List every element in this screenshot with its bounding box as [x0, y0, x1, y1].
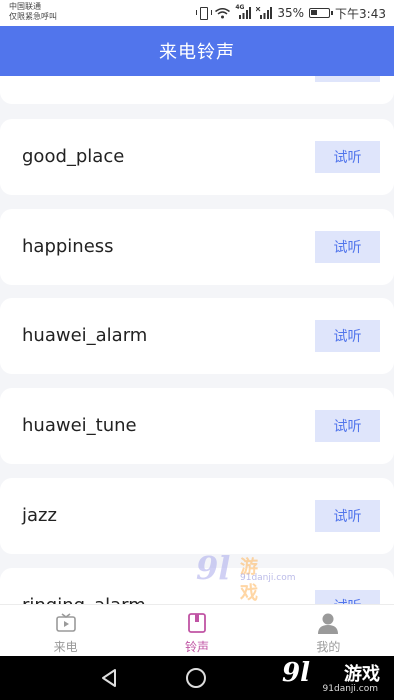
preview-button[interactable]: 试听 — [315, 500, 380, 532]
list-item[interactable]: huawei_alarm 试听 — [0, 298, 394, 374]
status-bar: 中国联通 仅限紧急呼叫 4G 35% 下午3:43 — [0, 0, 394, 26]
signal-4g-label: 4G — [235, 4, 245, 11]
watermark-url: 91danji.com — [322, 684, 378, 694]
page-title: 来电铃声 — [159, 42, 235, 63]
system-nav-bar: 9l 游戏 91danji.com — [0, 656, 394, 700]
watermark-text: 游戏 — [344, 664, 380, 685]
tab-incoming-call[interactable]: 来电 — [0, 605, 131, 656]
list-item[interactable]: jazz 试听 — [0, 478, 394, 554]
vibrate-icon — [196, 7, 213, 20]
watermark-brand: 9l — [196, 549, 231, 587]
battery-icon — [309, 8, 334, 18]
ringtone-name: huawei_tune — [22, 415, 137, 436]
list-item[interactable]: good_place 试听 — [0, 119, 394, 195]
wifi-icon — [215, 7, 231, 19]
ringtone-name: huawei_alarm — [22, 325, 148, 346]
tab-label: 铃声 — [184, 640, 209, 654]
preview-button[interactable]: 试听 — [315, 320, 380, 352]
signal-4g-icon: 4G — [235, 4, 252, 19]
preview-button[interactable]: 试听 — [315, 590, 380, 604]
bookmark-icon — [186, 612, 208, 634]
ringtone-list[interactable]: good_place 试听 happiness 试听 huawei_alarm … — [0, 76, 394, 604]
emergency-only-text: 仅限紧急呼叫 — [9, 12, 57, 21]
watermark-brand: 9l — [282, 658, 310, 688]
carrier-name: 中国联通 — [9, 2, 41, 11]
ringtone-name: good_place — [22, 146, 125, 167]
preview-button[interactable]: 试听 — [315, 141, 380, 173]
back-icon[interactable] — [99, 668, 119, 692]
list-item[interactable]: huawei_tune 试听 — [0, 388, 394, 464]
carrier-info: 中国联通 仅限紧急呼叫 — [9, 2, 57, 22]
battery-percent: 35% — [277, 6, 305, 20]
tab-mine[interactable]: 我的 — [263, 605, 394, 656]
list-item[interactable] — [0, 76, 394, 104]
tab-label: 来电 — [53, 640, 78, 654]
ringtone-name: ringing_alarm — [22, 568, 146, 604]
play-video-icon — [55, 612, 77, 634]
preview-button[interactable] — [315, 76, 380, 82]
bottom-tab-bar: 来电 铃声 我的 — [0, 604, 394, 656]
user-icon — [317, 612, 339, 634]
clock: 下午3:43 — [335, 6, 386, 21]
list-item[interactable]: happiness 试听 — [0, 209, 394, 285]
watermark-url: 91danji.com — [240, 573, 296, 583]
tab-label: 我的 — [316, 640, 341, 654]
tab-ringtone[interactable]: 铃声 — [131, 605, 262, 656]
ringtone-name: jazz — [22, 505, 57, 526]
preview-button[interactable]: 试听 — [315, 231, 380, 263]
signal-x-icon — [256, 7, 273, 19]
home-icon[interactable] — [186, 668, 206, 688]
app-header: 来电铃声 — [0, 26, 394, 76]
ringtone-name: happiness — [22, 236, 114, 257]
preview-button[interactable]: 试听 — [315, 410, 380, 442]
